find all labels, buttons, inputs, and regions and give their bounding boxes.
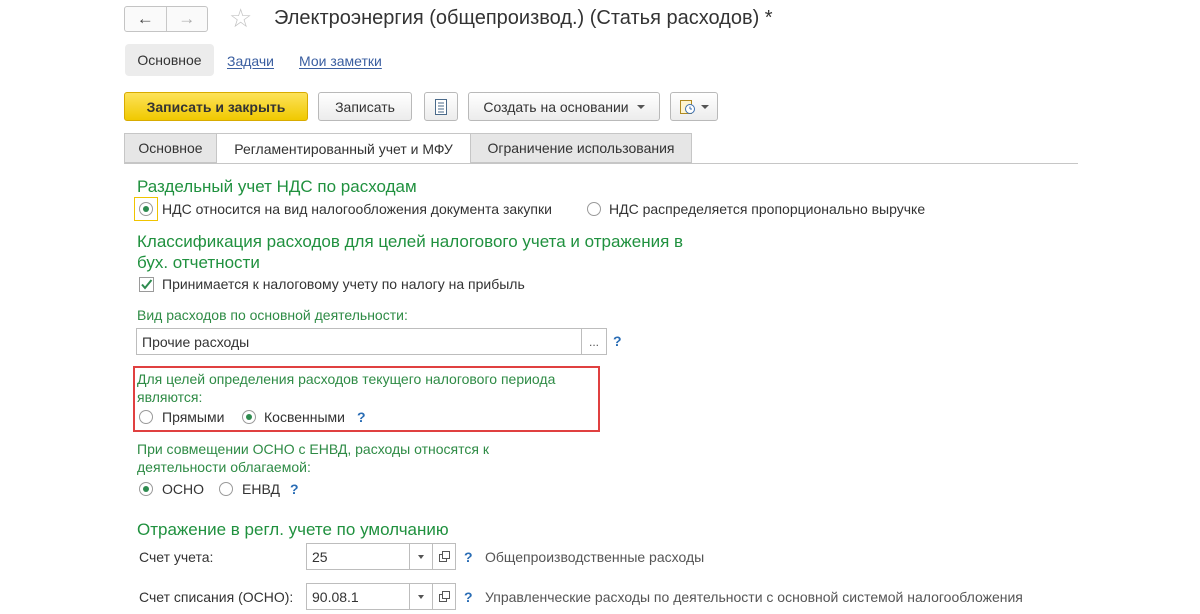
vat-section-title: Раздельный учет НДС по расходам (137, 177, 417, 196)
page-title: Электроэнергия (общепроизвод.) (Статья р… (274, 7, 773, 29)
tasks-link[interactable]: Задачи (227, 53, 274, 69)
account-dropdown-button[interactable] (409, 543, 433, 570)
writeoff-label: Счет списания (ОСНО): (139, 589, 294, 605)
period-help-icon[interactable]: ? (357, 409, 366, 425)
arrow-right-icon: → (178, 9, 196, 28)
forward-button[interactable]: → (165, 7, 208, 31)
period-label-line1: Для целей определения расходов текущего … (137, 371, 556, 387)
tab-main[interactable]: Основное (124, 133, 217, 163)
history-menu-button[interactable] (670, 92, 718, 121)
account-open-button[interactable] (432, 543, 456, 570)
envd-radio[interactable] (219, 482, 233, 496)
vat-option2-label: НДС распределяется пропорционально выруч… (609, 201, 926, 217)
tab-restriction[interactable]: Ограничение использования (470, 133, 692, 163)
chevron-down-icon (636, 104, 645, 109)
direct-label: Прямыми (162, 409, 225, 425)
osno-envd-help-icon[interactable]: ? (290, 481, 299, 497)
clock-menu-icon (680, 99, 695, 114)
osno-label: ОСНО (162, 481, 204, 497)
report-icon (435, 98, 447, 115)
history-nav: ← → (124, 6, 208, 32)
writeoff-open-button[interactable] (432, 583, 456, 610)
writeoff-description: Управленческие расходы по деятельности с… (485, 589, 1023, 605)
chevron-down-icon (701, 104, 709, 109)
classification-title-line1: Классификация расходов для целей налогов… (137, 232, 684, 251)
indirect-label: Косвенными (264, 409, 345, 425)
indirect-radio[interactable] (242, 410, 256, 424)
save-and-close-button[interactable]: Записать и закрыть (124, 92, 308, 121)
open-window-icon (438, 591, 450, 602)
writeoff-input[interactable]: 90.08.1 (306, 583, 410, 610)
account-help-icon[interactable]: ? (464, 549, 473, 565)
back-button[interactable]: ← (125, 7, 166, 31)
expense-type-help-icon[interactable]: ? (613, 333, 622, 349)
create-based-on-label: Создать на основании (483, 98, 629, 115)
osno-envd-label: При совмещении ОСНО с ЕНВД, расходы отно… (137, 440, 489, 476)
osno-envd-label-line2: деятельности облагаемой: (137, 459, 311, 475)
expense-type-input[interactable]: Прочие расходы (136, 328, 582, 355)
direct-radio[interactable] (139, 410, 153, 424)
regl-section-title: Отражение в регл. учете по умолчанию (137, 520, 449, 539)
chevron-down-icon (418, 554, 424, 559)
period-label: Для целей определения расходов текущего … (137, 370, 555, 406)
vat-option1-radio[interactable] (139, 202, 153, 216)
tab-main-top[interactable]: Основное (125, 44, 214, 76)
writeoff-dropdown-button[interactable] (409, 583, 433, 610)
account-label: Счет учета: (139, 549, 214, 565)
classification-title-line2: бух. отчетности (137, 253, 260, 272)
radio-dot (246, 414, 252, 420)
period-label-line2: являются: (137, 389, 203, 405)
radio-dot (143, 486, 149, 492)
profit-tax-label: Принимается к налоговому учету по налогу… (162, 276, 525, 292)
envd-label: ЕНВД (242, 481, 280, 497)
tab-regulated[interactable]: Регламентированный учет и МФУ (216, 133, 471, 164)
profit-tax-checkbox[interactable] (139, 277, 154, 292)
arrow-left-icon: ← (136, 9, 154, 28)
save-button[interactable]: Записать (318, 92, 412, 121)
favorite-star-icon[interactable]: ☆ (229, 3, 252, 33)
writeoff-help-icon[interactable]: ? (464, 589, 473, 605)
vat-option1-label: НДС относится на вид налогообложения док… (162, 201, 552, 217)
classification-section-title: Классификация расходов для целей налогов… (137, 231, 683, 273)
open-window-icon (438, 551, 450, 562)
tab-divider (124, 163, 1078, 164)
osno-radio[interactable] (139, 482, 153, 496)
report-button[interactable] (424, 92, 458, 121)
chevron-down-icon (418, 594, 424, 599)
expense-type-select-button[interactable]: ... (581, 328, 607, 355)
radio-dot (143, 206, 149, 212)
osno-envd-label-line1: При совмещении ОСНО с ЕНВД, расходы отно… (137, 441, 489, 457)
checkmark-icon (141, 279, 153, 290)
account-description: Общепроизводственные расходы (485, 549, 705, 565)
notes-link[interactable]: Мои заметки (299, 53, 382, 69)
account-input[interactable]: 25 (306, 543, 410, 570)
expense-type-label: Вид расходов по основной деятельности: (137, 307, 408, 323)
vat-option2-radio[interactable] (587, 202, 601, 216)
create-based-on-button[interactable]: Создать на основании (468, 92, 660, 121)
